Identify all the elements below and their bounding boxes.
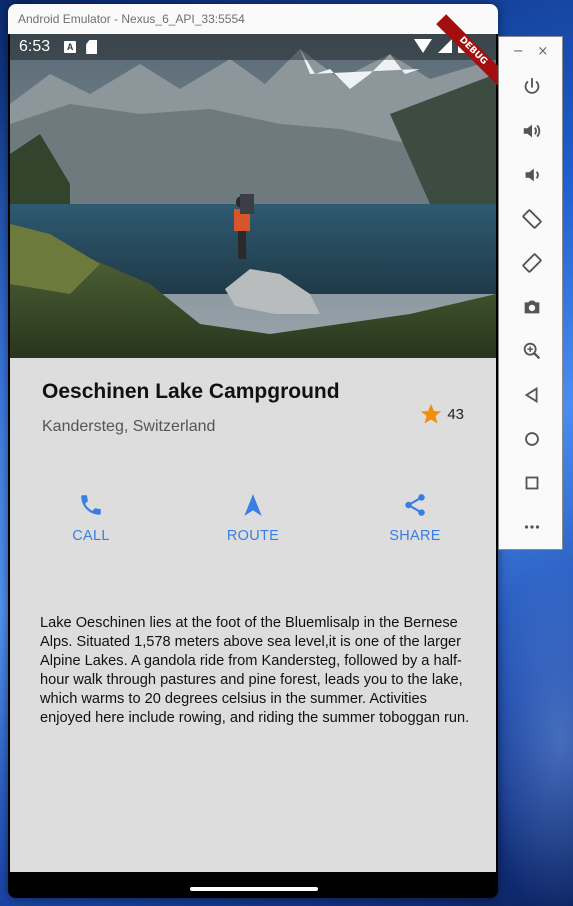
home-icon: [524, 432, 539, 446]
place-subtitle: Kandersteg, Switzerland: [42, 418, 216, 435]
close-button[interactable]: ×: [537, 44, 548, 59]
call-button[interactable]: CALL: [10, 492, 172, 562]
route-button[interactable]: ROUTE: [172, 492, 334, 562]
signal-icon: [438, 39, 452, 53]
back-icon: [524, 386, 537, 404]
camera-icon: [524, 300, 539, 314]
status-bar: 6:53 A: [10, 34, 496, 60]
navigation-icon: [244, 494, 262, 516]
more-icon: [524, 525, 539, 529]
status-time: 6:53: [19, 38, 51, 55]
toolbar-window-controls: − ×: [499, 37, 562, 65]
screenshot-button[interactable]: [499, 285, 564, 329]
phone-icon: [81, 495, 101, 515]
home-button[interactable]: [499, 417, 564, 461]
volume-down-button[interactable]: [499, 153, 564, 197]
share-icon: [405, 494, 425, 516]
phone-screen: 6:53 A DEBUG Oeschinen Lake Campground K…: [10, 14, 498, 898]
emulator-window: Android Emulator - Nexus_6_API_33:5554 6…: [8, 4, 498, 898]
call-label: CALL: [72, 528, 110, 544]
volume-up-button[interactable]: [499, 109, 564, 153]
hero-image: [10, 34, 496, 358]
zoom-icon: [523, 342, 540, 360]
action-buttons-row: CALL ROUTE SHARE: [10, 492, 496, 562]
more-button[interactable]: [499, 505, 564, 549]
power-button[interactable]: [499, 65, 564, 109]
star-icon[interactable]: [419, 402, 443, 426]
gesture-nav-bar: [10, 872, 496, 898]
share-label: SHARE: [389, 528, 441, 544]
minimize-button[interactable]: −: [513, 44, 524, 59]
zoom-button[interactable]: [499, 329, 564, 373]
favorite-rating[interactable]: 43: [419, 402, 464, 426]
emulator-title-bar[interactable]: Android Emulator - Nexus_6_API_33:5554: [8, 4, 498, 34]
back-button[interactable]: [499, 373, 564, 417]
place-description: Lake Oeschinen lies at the foot of the B…: [40, 615, 470, 726]
rotate-left-icon: [521, 209, 542, 229]
details-panel: Oeschinen Lake Campground Kandersteg, Sw…: [10, 358, 496, 872]
wifi-icon: [414, 39, 432, 53]
emulator-title: Android Emulator - Nexus_6_API_33:5554: [18, 12, 245, 26]
volume-up-icon: [523, 124, 540, 138]
rotate-right-icon: [521, 253, 542, 273]
rotate-right-button[interactable]: [499, 241, 564, 285]
lake-landscape-image: [10, 34, 496, 358]
overview-button[interactable]: [499, 461, 564, 505]
power-icon: [524, 77, 539, 94]
share-button[interactable]: SHARE: [334, 492, 496, 562]
title-section: Oeschinen Lake Campground Kandersteg, Sw…: [42, 380, 472, 436]
rotate-left-button[interactable]: [499, 197, 564, 241]
overview-icon: [525, 476, 538, 490]
home-gesture-handle[interactable]: [190, 887, 318, 891]
notification-a-icon: A: [64, 41, 77, 53]
rating-count: 43: [447, 405, 464, 423]
place-title: Oeschinen Lake Campground: [42, 380, 340, 403]
route-label: ROUTE: [226, 528, 280, 544]
volume-down-icon: [525, 168, 539, 182]
emulator-toolbar: − ×: [498, 36, 563, 550]
sd-card-icon: [86, 40, 98, 54]
